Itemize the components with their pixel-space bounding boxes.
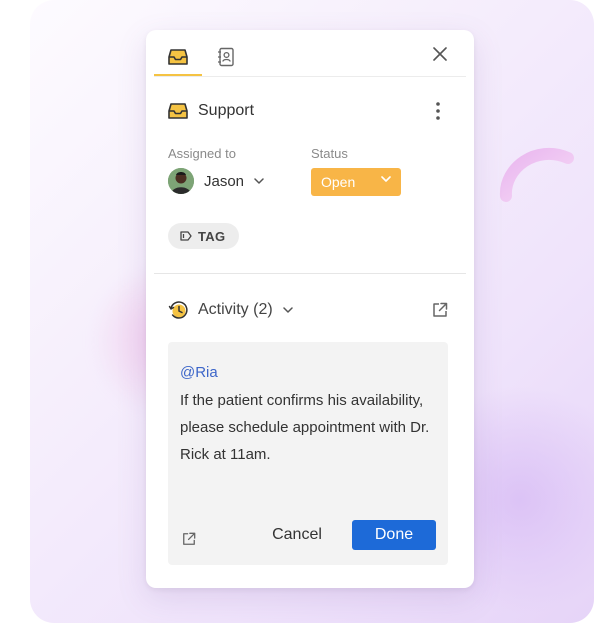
more-vertical-icon — [436, 102, 440, 120]
section-divider — [154, 273, 466, 274]
avatar — [168, 168, 194, 194]
assignee-name: Jason — [204, 172, 245, 190]
close-icon — [433, 47, 447, 61]
comment-text: If the patient confirms his availability… — [180, 392, 430, 463]
open-external-button[interactable] — [432, 302, 448, 323]
tag-chip[interactable]: TAG — [168, 223, 240, 249]
inbox-icon — [168, 103, 188, 119]
chevron-down-icon — [381, 176, 391, 182]
assigned-label: Assigned to — [168, 146, 236, 161]
comment-mention: @Ria — [180, 364, 218, 381]
close-button[interactable] — [428, 42, 452, 66]
status-label: Status — [311, 146, 348, 161]
status-value: Open — [321, 174, 356, 190]
cancel-button[interactable]: Cancel — [262, 520, 332, 550]
chevron-down-icon — [254, 178, 264, 184]
tab-inbox[interactable] — [154, 40, 202, 76]
tab-bar — [154, 30, 466, 77]
ticket-header: Support — [168, 98, 454, 124]
activity-clock-icon — [168, 301, 188, 319]
external-link-icon — [183, 532, 196, 545]
activity-toggle[interactable]: Activity (2) — [168, 300, 293, 320]
status-dropdown[interactable]: Open — [311, 168, 401, 196]
done-button[interactable]: Done — [352, 520, 436, 550]
comment-editor[interactable]: @Ria If the patient confirms his availab… — [168, 342, 448, 565]
decor-arc-icon — [499, 147, 574, 202]
comment-open-external-button[interactable] — [182, 532, 196, 551]
ticket-title: Support — [198, 102, 255, 119]
contacts-icon — [218, 47, 234, 67]
external-link-icon — [433, 302, 448, 317]
ticket-card: Support Assigned to Status Jason Open TA… — [146, 30, 474, 588]
more-options-button[interactable] — [430, 98, 446, 124]
activity-title: Activity (2) — [198, 301, 273, 318]
tag-label: TAG — [198, 228, 226, 244]
chevron-down-icon — [282, 307, 293, 313]
inbox-icon — [168, 49, 188, 65]
assignee-dropdown[interactable]: Jason — [168, 168, 264, 194]
tag-icon — [180, 231, 192, 241]
tab-contacts[interactable] — [202, 40, 250, 74]
